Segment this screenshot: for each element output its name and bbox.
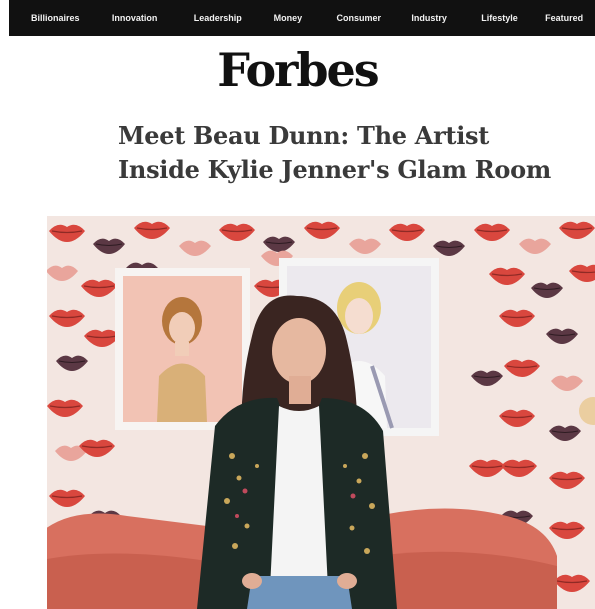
nav-item-money[interactable]: Money	[274, 13, 337, 23]
headline-line-2: Inside Kylie Jenner's Glam Room	[118, 155, 551, 184]
hero-photo-illustration	[47, 216, 595, 609]
nav-item-billionaires[interactable]: Billionaires	[31, 13, 112, 23]
article-hero-image[interactable]	[47, 216, 595, 609]
headline-line-1: Meet Beau Dunn: The Artist	[118, 121, 490, 150]
forbes-logo[interactable]: Forbes	[0, 40, 595, 100]
nav-item-innovation[interactable]: Innovation	[112, 13, 194, 23]
nav-item-leadership[interactable]: Leadership	[194, 13, 274, 23]
top-navigation-bar: Billionaires Innovation Leadership Money…	[9, 0, 595, 36]
framed-doll-left	[115, 268, 250, 430]
article-headline: Meet Beau Dunn: The Artist Inside Kylie …	[118, 119, 588, 187]
nav-item-industry[interactable]: Industry	[411, 13, 481, 23]
nav-item-lifestyle[interactable]: Lifestyle	[481, 13, 545, 23]
nav-item-consumer[interactable]: Consumer	[336, 13, 411, 23]
nav-item-featured[interactable]: Featured	[545, 13, 595, 23]
